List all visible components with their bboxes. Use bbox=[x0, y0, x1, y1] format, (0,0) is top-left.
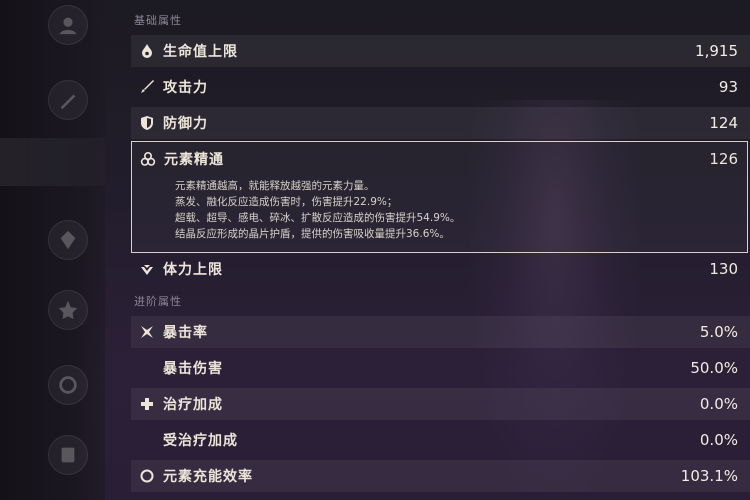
stat-row-atk[interactable]: 攻击力 93 bbox=[131, 71, 750, 103]
stat-row-incoming-healing[interactable]: 受治疗加成 0.0% bbox=[131, 424, 750, 456]
character-avatar-icon[interactable] bbox=[48, 5, 88, 45]
stat-label: 暴击率 bbox=[163, 325, 208, 341]
attributes-panel: 基础属性 生命值上限 1,915 攻击力 93 防御力 124 元素精通 126… bbox=[131, 0, 750, 500]
stamina-icon bbox=[131, 261, 163, 277]
crit-icon bbox=[131, 324, 163, 340]
elemental-mastery-detail[interactable]: 元素精通 126 元素精通越高，就能释放越强的元素力量。 蒸发、融化反应造成伤害… bbox=[131, 141, 748, 253]
stat-row-stamina[interactable]: 体力上限 130 bbox=[131, 253, 750, 285]
rail-active-highlight bbox=[0, 138, 105, 186]
stat-value: 50.0% bbox=[690, 359, 738, 377]
stat-row-crit-dmg[interactable]: 暴击伤害 50.0% bbox=[131, 352, 750, 384]
stat-value: 0.0% bbox=[699, 395, 738, 413]
description-line: 元素精通越高，就能释放越强的元素力量。 bbox=[175, 180, 375, 192]
stat-row-hp[interactable]: 生命值上限 1,915 bbox=[131, 35, 750, 67]
constellation-tab-icon[interactable] bbox=[48, 290, 88, 330]
advanced-attributes-title: 进阶属性 bbox=[134, 295, 182, 308]
description-line: 结晶反应形成的晶片护盾，提供的伤害吸收量提升36.6%。 bbox=[175, 228, 450, 240]
stat-value: 103.1% bbox=[680, 467, 738, 485]
drop-icon bbox=[131, 43, 163, 59]
stat-value: 1,915 bbox=[695, 42, 738, 60]
stat-label: 暴击伤害 bbox=[163, 361, 223, 377]
stat-row-crit-rate[interactable]: 暴击率 5.0% bbox=[131, 316, 750, 348]
talents-tab-icon[interactable] bbox=[48, 365, 88, 405]
shield-icon bbox=[131, 115, 163, 131]
cross-icon bbox=[131, 396, 163, 412]
stat-row-def[interactable]: 防御力 124 bbox=[131, 107, 750, 139]
profile-tab-icon[interactable] bbox=[48, 435, 88, 475]
stat-value: 93 bbox=[718, 78, 738, 96]
stat-label: 体力上限 bbox=[163, 262, 223, 278]
stat-label: 生命值上限 bbox=[163, 44, 238, 60]
stat-label: 攻击力 bbox=[163, 80, 208, 96]
element-icon bbox=[132, 151, 164, 167]
stat-row-healing[interactable]: 治疗加成 0.0% bbox=[131, 388, 750, 420]
stat-label: 防御力 bbox=[163, 116, 208, 132]
stat-label: 受治疗加成 bbox=[163, 433, 238, 449]
stat-label: 治疗加成 bbox=[163, 397, 223, 413]
stat-value: 130 bbox=[709, 260, 738, 278]
stat-label: 元素充能效率 bbox=[163, 469, 253, 485]
stat-value: 126 bbox=[709, 150, 738, 168]
stat-value: 5.0% bbox=[699, 323, 738, 341]
artifact-tab-icon[interactable] bbox=[48, 220, 88, 260]
sword-icon bbox=[131, 79, 163, 95]
character-nav-rail bbox=[0, 0, 105, 500]
stat-row-em: 元素精通 126 bbox=[132, 142, 749, 176]
weapon-tab-icon[interactable] bbox=[48, 80, 88, 120]
stat-value: 0.0% bbox=[699, 431, 738, 449]
description-line: 蒸发、融化反应造成伤害时，伤害提升22.9%； bbox=[175, 196, 398, 208]
description-line: 超载、超导、感电、碎冰、扩散反应造成的伤害提升54.9%。 bbox=[175, 212, 461, 224]
stat-row-energy-recharge[interactable]: 元素充能效率 103.1% bbox=[131, 460, 750, 492]
elemental-mastery-description: 元素精通越高，就能释放越强的元素力量。 蒸发、融化反应造成伤害时，伤害提升22.… bbox=[175, 178, 735, 242]
stat-value: 124 bbox=[709, 114, 738, 132]
stat-label: 元素精通 bbox=[164, 152, 224, 168]
base-attributes-title: 基础属性 bbox=[134, 14, 182, 27]
ring-icon bbox=[131, 468, 163, 484]
